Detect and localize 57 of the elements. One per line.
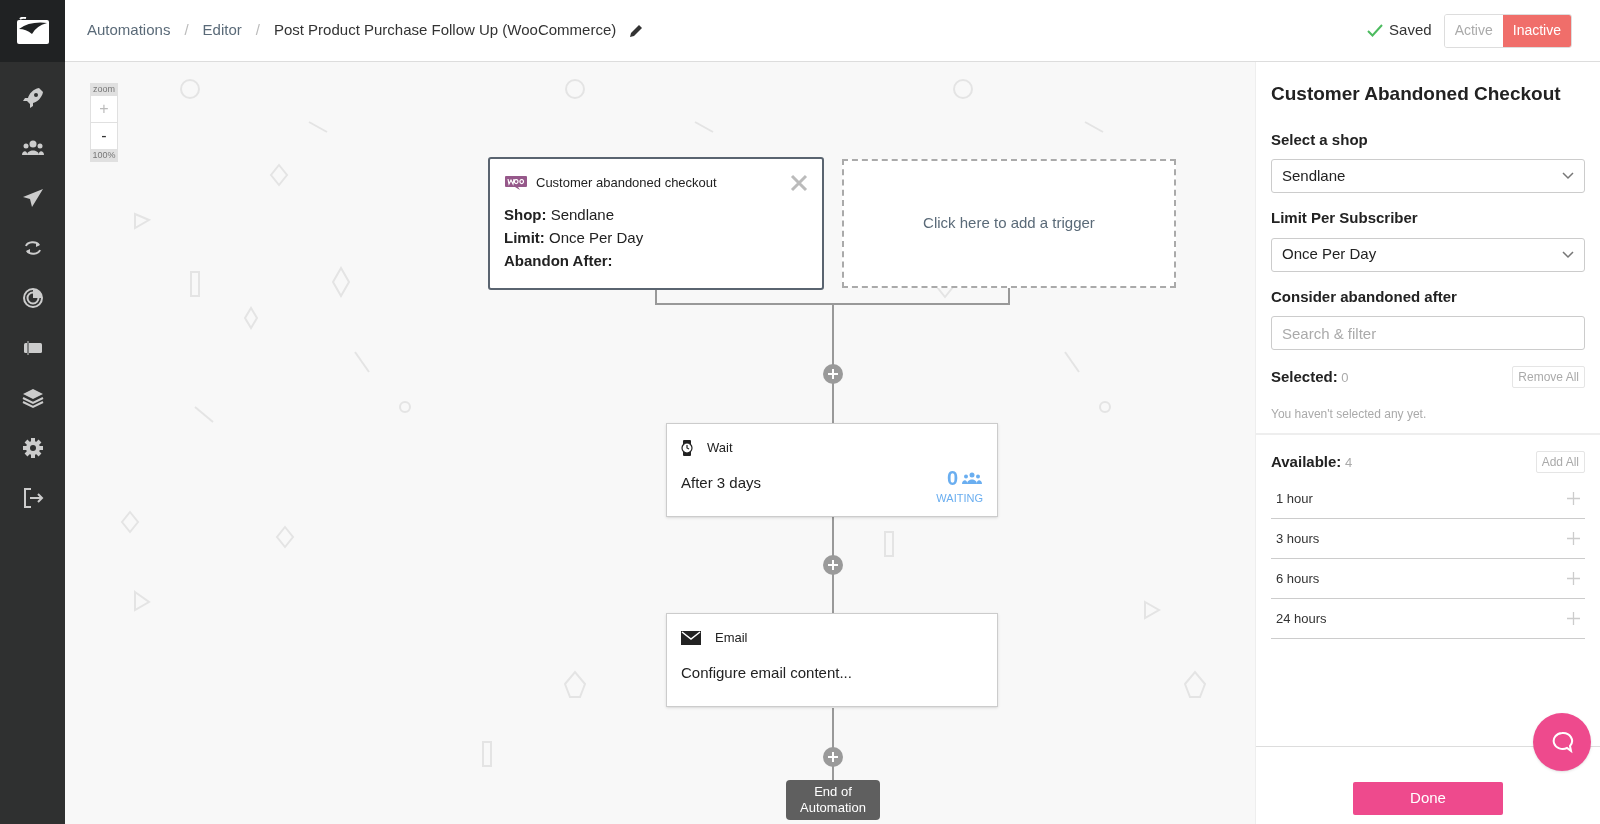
breadcrumb-separator: / — [184, 20, 189, 41]
end-of-automation-label: End of Automation — [786, 780, 880, 820]
field-label: Select a shop — [1271, 129, 1369, 150]
breadcrumb-link[interactable]: Editor — [202, 19, 242, 42]
step-card[interactable]: Email Configure email content... — [666, 613, 998, 707]
breadcrumb-separator: / — [255, 20, 260, 41]
breadcrumb-link[interactable]: Automations — [87, 19, 171, 42]
dropdown[interactable]: Once Per Day — [1271, 237, 1585, 272]
option-row[interactable]: 6 hours — [1271, 559, 1585, 599]
add-trigger-button[interactable]: Click here to add a trigger — [842, 159, 1176, 288]
selected-count: Selected: 0 — [1271, 367, 1349, 387]
automation-title: Post Product Purchase Follow Up (WooCommerce) — [273, 20, 617, 41]
available-count: Available: 4 — [1271, 451, 1353, 472]
trigger-title: Customer abandoned checkout — [536, 174, 717, 192]
option-row[interactable]: 3 hours — [1271, 519, 1585, 559]
trigger-setting: Abandon After: — [504, 250, 614, 271]
chat-button[interactable] — [1533, 713, 1591, 771]
field-label: Limit Per Subscriber — [1271, 208, 1419, 228]
waiting-label: WAITING — [936, 491, 983, 506]
waiting-count: 0 — [946, 468, 958, 488]
rocket-icon[interactable] — [20, 86, 45, 110]
trigger-setting: Limit: Once Per Day — [504, 227, 645, 248]
zoom-out-button[interactable]: - — [91, 123, 117, 149]
checkmark-icon — [1367, 24, 1384, 37]
chat-bubble-icon — [1550, 730, 1574, 754]
envelope-icon — [681, 630, 701, 645]
zoom-level: 100% — [92, 149, 116, 162]
done-button[interactable]: Done — [1353, 782, 1503, 815]
add-step-icon[interactable] — [823, 555, 843, 575]
group-icon — [961, 472, 983, 484]
dropdown[interactable]: Sendlane — [1271, 159, 1585, 193]
step-title: Email — [715, 629, 748, 647]
save-status: Saved — [1389, 20, 1432, 41]
add-step-icon[interactable] — [823, 364, 843, 384]
zoom-label: zoom — [93, 83, 115, 96]
empty-selection-text: You haven't selected any yet. — [1271, 405, 1428, 423]
layers-icon[interactable] — [20, 386, 45, 410]
woocommerce-logo-icon — [504, 174, 528, 191]
panel-title: Customer Abandoned Checkout — [1271, 82, 1562, 106]
add-step-icon[interactable] — [823, 747, 843, 767]
watch-icon — [681, 439, 693, 456]
search-field[interactable]: Search & filter — [1271, 316, 1585, 350]
step-title: Wait — [707, 439, 733, 457]
chevron-down-icon — [1562, 250, 1574, 259]
step-description: After 3 days — [681, 472, 762, 493]
trigger-setting: Shop: Sendlane — [504, 204, 616, 225]
step-description: Configure email content... — [681, 662, 852, 683]
option-row[interactable]: 1 hour — [1271, 479, 1585, 519]
chevron-down-icon — [1562, 172, 1574, 180]
trigger-card[interactable]: Customer abandoned checkout Shop: Sendlane Limit: Once Per Day Abandon After: — [488, 157, 824, 290]
option-row[interactable]: 24 hours — [1271, 599, 1585, 639]
field-label: Consider abandoned after — [1271, 286, 1458, 307]
logo-icon[interactable] — [15, 17, 50, 45]
target-icon[interactable] — [20, 286, 45, 310]
settings-icon[interactable] — [20, 436, 45, 460]
pencil-icon[interactable] — [628, 22, 645, 39]
step-card[interactable]: Wait After 3 days 0 WAITING — [666, 423, 998, 517]
